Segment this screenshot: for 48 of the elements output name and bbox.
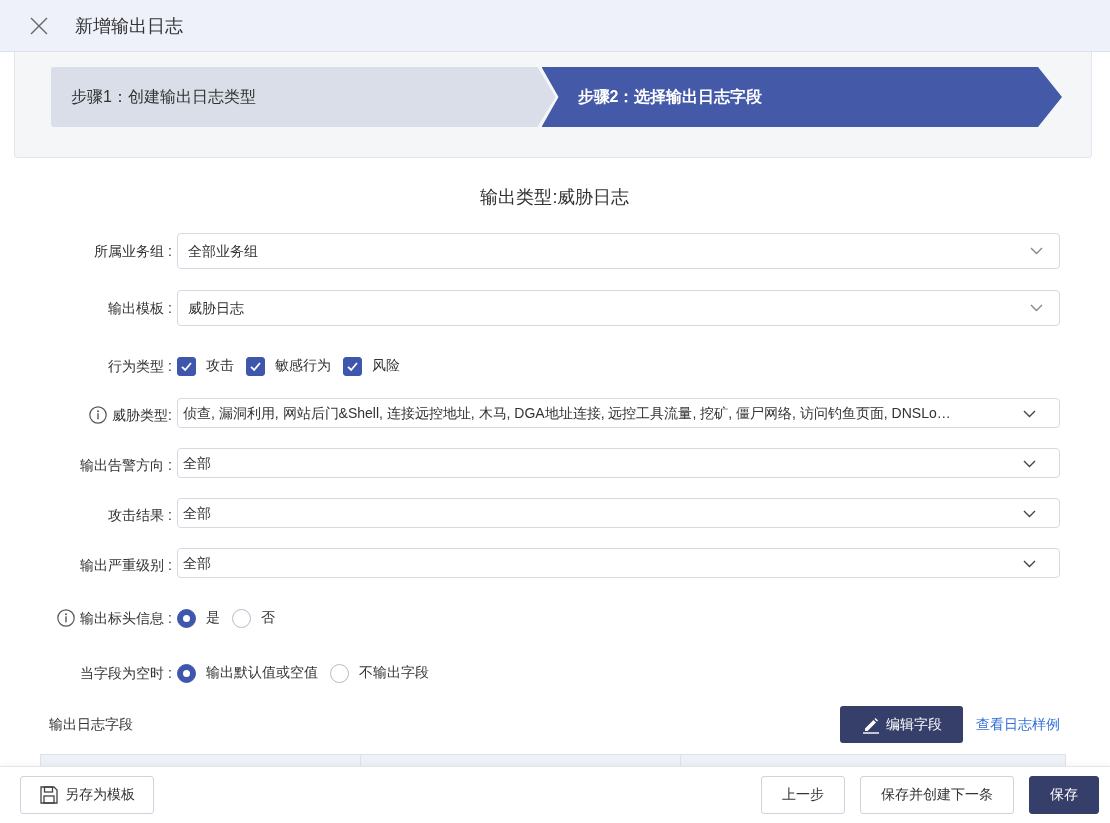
radio-label: 不输出字段 <box>359 664 429 682</box>
pencil-icon <box>861 715 880 734</box>
form-label: 输出严重级别 : <box>80 556 172 575</box>
step[interactable]: 步骤2：选择输出日志字段 <box>541 67 1062 127</box>
section-heading: 输出日志字段 <box>49 715 133 734</box>
form-label: 所属业务组 : <box>94 242 172 261</box>
form-label: 行为类型 : <box>108 357 172 376</box>
select-field[interactable]: 全部 <box>177 448 1060 478</box>
chevron-down-icon <box>1023 510 1036 518</box>
select-field[interactable]: 全部 <box>177 548 1060 578</box>
chevron-down-icon <box>1030 304 1043 312</box>
radio-button[interactable] <box>177 608 196 628</box>
select-field[interactable]: 威胁日志 <box>177 290 1060 326</box>
edit-fields-button[interactable]: 编辑字段 <box>840 706 963 743</box>
form-label: 当字段为空时 : <box>80 664 172 683</box>
radio-label: 是 <box>206 609 220 627</box>
chevron-down-icon <box>1030 247 1043 255</box>
section-title: 输出类型:威胁日志 <box>480 187 630 207</box>
footer-button[interactable]: 保存并创建下一条 <box>860 776 1014 814</box>
select-field[interactable]: 侦查, 漏洞利用, 网站后门&Shell, 连接远控地址, 木马, DGA地址连接, 远控工具流量, 挖矿, 僵尸网络, 访问钓鱼页面, DNSLo… <box>177 398 1060 428</box>
chevron-down-icon <box>1023 560 1036 568</box>
chevron-down-icon <box>1023 410 1036 418</box>
radio-button[interactable] <box>330 663 349 683</box>
select-field[interactable]: 全部业务组 <box>177 233 1060 269</box>
dialog-title: 新增输出日志 <box>75 14 183 38</box>
radio-button[interactable] <box>232 608 251 628</box>
checkbox[interactable] <box>343 356 362 376</box>
form-label: 输出标头信息 : <box>80 609 172 628</box>
radio-button[interactable] <box>177 663 196 683</box>
checkbox-label: 攻击 <box>206 357 234 375</box>
form-label: 攻击结果 : <box>108 506 172 525</box>
form-label: 威胁类型: <box>112 406 172 425</box>
view-sample-link[interactable]: 查看日志样例 <box>976 715 1060 734</box>
save-button[interactable]: 保存 <box>1029 776 1099 814</box>
checkbox-label: 敏感行为 <box>275 357 331 375</box>
save-as-template-button[interactable]: 另存为模板 <box>20 776 154 814</box>
footer-button[interactable]: 上一步 <box>761 776 845 814</box>
step[interactable]: 步骤1：创建输出日志类型 <box>51 67 556 127</box>
checkbox[interactable] <box>177 356 196 376</box>
radio-label: 否 <box>261 609 275 627</box>
close-button[interactable] <box>30 16 48 35</box>
select-field[interactable]: 全部 <box>177 498 1060 528</box>
radio-label: 输出默认值或空值 <box>206 664 318 682</box>
checkbox[interactable] <box>246 356 265 376</box>
chevron-down-icon <box>1023 460 1036 468</box>
form-label: 输出告警方向 : <box>80 456 172 475</box>
checkbox-label: 风险 <box>372 357 400 375</box>
form-label: 输出模板 : <box>108 299 172 318</box>
